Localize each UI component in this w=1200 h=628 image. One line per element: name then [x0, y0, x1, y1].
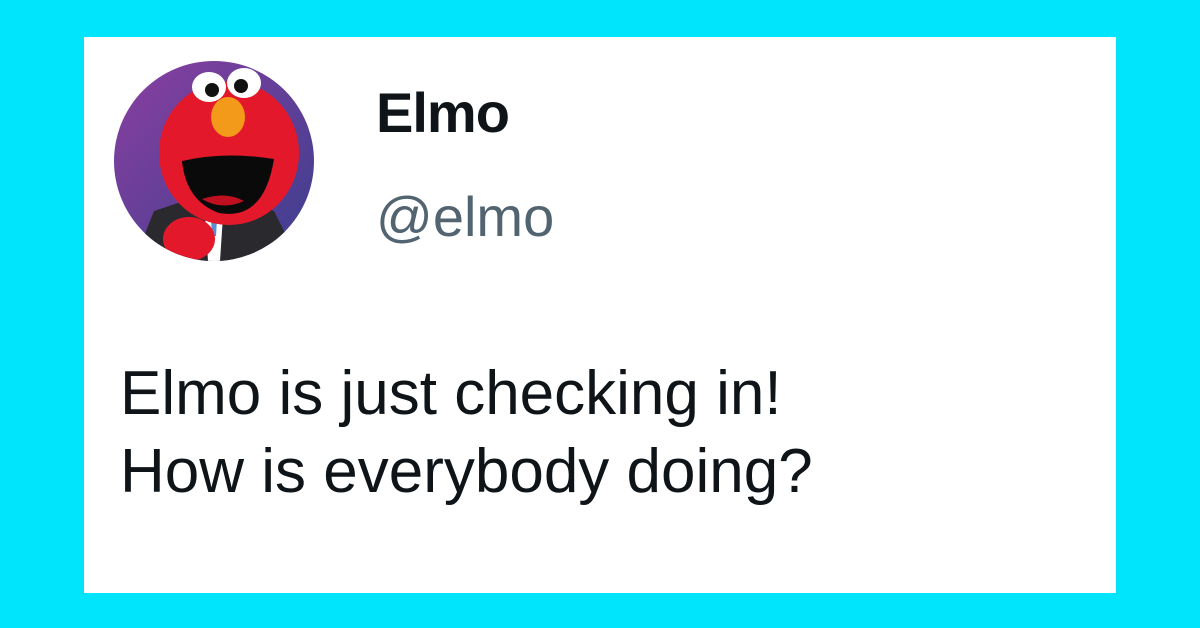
- tweet-card: Elmo @elmo Elmo is just checking in! How…: [84, 37, 1116, 593]
- tweet-text: Elmo is just checking in! How is everybo…: [120, 355, 1100, 510]
- user-handle[interactable]: @elmo: [376, 189, 554, 245]
- display-name[interactable]: Elmo: [376, 85, 510, 141]
- elmo-avatar-icon: [114, 61, 314, 261]
- tweet-text-line: Elmo is just checking in!: [120, 359, 782, 428]
- tweet-text-line: How is everybody doing?: [120, 436, 813, 506]
- avatar[interactable]: [114, 61, 314, 261]
